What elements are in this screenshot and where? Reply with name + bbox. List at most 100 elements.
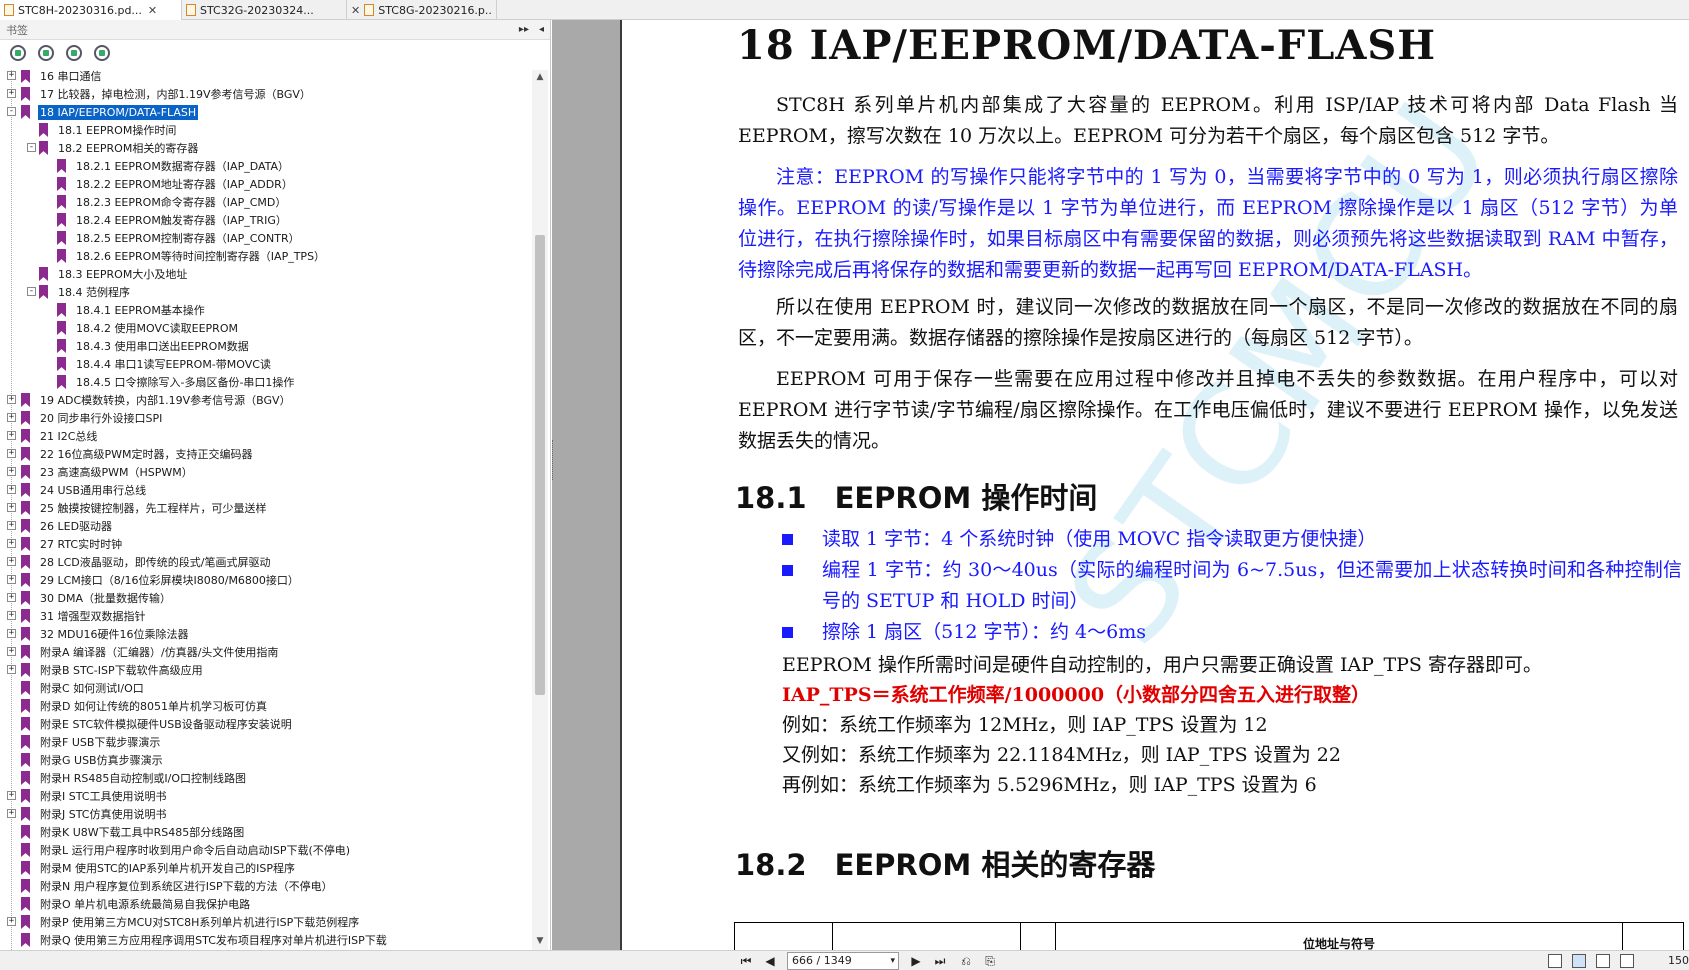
expand-icon[interactable]: +: [7, 521, 16, 530]
bookmark-item[interactable]: 18.2.3 EEPROM命令寄存器（IAP_CMD）: [0, 193, 530, 211]
collapse-icon[interactable]: -: [27, 287, 36, 296]
last-page-icon[interactable]: ⏭: [932, 953, 948, 969]
collapse-panel-icon[interactable]: ▸▸: [519, 24, 529, 35]
bookmark-item[interactable]: +32 MDU16硬件16位乘除法器: [0, 625, 530, 643]
bookmark-item[interactable]: 18.4.1 EEPROM基本操作: [0, 301, 530, 319]
bookmark-item[interactable]: + 附录P 使用第三方MCU对STC8H系列单片机进行ISP下载范例程序: [0, 913, 530, 931]
bookmark-item[interactable]: 18.2.6 EEPROM等待时间控制寄存器（IAP_TPS）: [0, 247, 530, 265]
scroll-down-icon[interactable]: ▼: [534, 936, 546, 948]
single-page-view-icon[interactable]: [1548, 954, 1562, 968]
bookmark-item[interactable]: + 附录J STC仿真使用说明书: [0, 805, 530, 823]
bookmark-item[interactable]: 18.2.1 EEPROM数据寄存器（IAP_DATA）: [0, 157, 530, 175]
bookmark-item[interactable]: +28 LCD液晶驱动，即传统的段式/笔画式屏驱动: [0, 553, 530, 571]
expand-icon[interactable]: +: [7, 467, 16, 476]
expand-icon[interactable]: +: [7, 431, 16, 440]
zoom-level[interactable]: 150: [1668, 954, 1689, 967]
bookmark-item[interactable]: +22 16位高级PWM定时器，支持正交编码器: [0, 445, 530, 463]
bookmark-item[interactable]: 18.1 EEPROM操作时间: [0, 121, 530, 139]
bookmark-item[interactable]: 18.2.5 EEPROM控制寄存器（IAP_CONTR）: [0, 229, 530, 247]
goto-bookmark-icon[interactable]: [66, 45, 82, 61]
bookmark-item[interactable]: 18.4.3 使用串口送出EEPROM数据: [0, 337, 530, 355]
close-icon[interactable]: ✕: [351, 4, 360, 17]
facing-view-icon[interactable]: [1596, 954, 1610, 968]
tab-stc8h[interactable]: STC8H-20230316.pd... ✕: [0, 0, 182, 20]
expand-icon[interactable]: +: [7, 809, 16, 818]
expand-icon[interactable]: +: [7, 485, 16, 494]
expand-icon[interactable]: +: [7, 647, 16, 656]
bookmark-item[interactable]: +16 串口通信: [0, 70, 530, 85]
expand-icon[interactable]: +: [7, 665, 16, 674]
expand-icon[interactable]: +: [7, 449, 16, 458]
first-page-icon[interactable]: ⏮: [738, 953, 754, 969]
bookmark-item[interactable]: 附录D 如何让传统的8051单片机学习板可仿真: [0, 697, 530, 715]
tab-stc8g[interactable]: ✕ STC8G-20230216.p...: [347, 0, 497, 20]
bookmark-item[interactable]: 18.2.2 EEPROM地址寄存器（IAP_ADDR）: [0, 175, 530, 193]
bookmark-item[interactable]: +25 触摸按键控制器，先工程样片，可少量送样: [0, 499, 530, 517]
expand-icon[interactable]: +: [7, 917, 16, 926]
bookmark-item[interactable]: - 18 IAP/EEPROM/DATA-FLASH: [0, 103, 530, 121]
bookmark-item[interactable]: - 18.4 范例程序: [0, 283, 530, 301]
bookmark-item[interactable]: +27 RTC实时时钟: [0, 535, 530, 553]
expand-bookmark-icon[interactable]: [10, 45, 26, 61]
panel-splitter[interactable]: [552, 20, 620, 950]
bookmark-item[interactable]: 18.4.4 串口1读写EEPROM-带MOVC读: [0, 355, 530, 373]
bookmark-item[interactable]: 18.4.2 使用MOVC读取EEPROM: [0, 319, 530, 337]
bookmark-item[interactable]: 附录L 运行用户程序时收到用户命令后自动启动ISP下载(不停电): [0, 841, 530, 859]
expand-icon[interactable]: +: [7, 593, 16, 602]
bookmark-item[interactable]: 附录O 单片机电源系统最简易自我保护电路: [0, 895, 530, 913]
bookmark-item[interactable]: + 附录A 编译器（汇编器）/仿真器/头文件使用指南: [0, 643, 530, 661]
bookmark-item[interactable]: +24 USB通用串行总线: [0, 481, 530, 499]
find-bookmark-icon[interactable]: [94, 45, 110, 61]
splitter-grip[interactable]: [552, 440, 556, 480]
bookmark-item[interactable]: 18.2.4 EEPROM触发寄存器（IAP_TRIG）: [0, 211, 530, 229]
collapse-bookmark-icon[interactable]: [38, 45, 54, 61]
collapse-icon[interactable]: -: [27, 143, 36, 152]
close-icon[interactable]: ✕: [148, 4, 157, 17]
bookmark-item[interactable]: 18.3 EEPROM大小及地址: [0, 265, 530, 283]
bookmark-item[interactable]: 附录H RS485自动控制或I/O口控制线路图: [0, 769, 530, 787]
tab-stc32g[interactable]: STC32G-20230324...: [182, 0, 347, 20]
collapse-icon[interactable]: -: [7, 107, 16, 116]
bookmark-item[interactable]: +29 LCM接口（8/16位彩屏模块I8080/M6800接口）: [0, 571, 530, 589]
scroll-up-icon[interactable]: ▲: [534, 72, 546, 84]
continuous-view-icon[interactable]: [1572, 954, 1586, 968]
bookmark-item[interactable]: 附录E STC软件模拟硬件USB设备驱动程序安装说明: [0, 715, 530, 733]
expand-icon[interactable]: +: [7, 71, 16, 80]
bookmark-item[interactable]: +20 同步串行外设接口SPI: [0, 409, 530, 427]
expand-icon[interactable]: +: [7, 557, 16, 566]
bookmark-item[interactable]: 附录F USB下载步骤演示: [0, 733, 530, 751]
bookmark-item[interactable]: 附录N 用户程序复位到系统区进行ISP下载的方法（不停电）: [0, 877, 530, 895]
forward-icon[interactable]: ⎘: [982, 953, 998, 969]
expand-icon[interactable]: +: [7, 791, 16, 800]
bookmark-item[interactable]: +23 高速高级PWM（HSPWM）: [0, 463, 530, 481]
bookmark-item[interactable]: +30 DMA（批量数据传输）: [0, 589, 530, 607]
bookmark-item[interactable]: 附录K U8W下载工具中RS485部分线路图: [0, 823, 530, 841]
expand-icon[interactable]: +: [7, 539, 16, 548]
prev-page-icon[interactable]: ◀: [762, 953, 778, 969]
bookmark-item[interactable]: +26 LED驱动器: [0, 517, 530, 535]
bookmark-item[interactable]: +17 比较器，掉电检测，内部1.19V参考信号源（BGV）: [0, 85, 530, 103]
bookmark-item[interactable]: 附录C 如何测试I/O口: [0, 679, 530, 697]
expand-icon[interactable]: +: [7, 629, 16, 638]
expand-icon[interactable]: +: [7, 395, 16, 404]
bookmark-item[interactable]: + 附录I STC工具使用说明书: [0, 787, 530, 805]
expand-icon[interactable]: +: [7, 575, 16, 584]
close-panel-icon[interactable]: ◂: [539, 24, 544, 35]
expand-icon[interactable]: +: [7, 611, 16, 620]
back-icon[interactable]: ⎌: [958, 953, 974, 969]
bookmark-item[interactable]: 附录M 使用STC的IAP系列单片机开发自己的ISP程序: [0, 859, 530, 877]
expand-icon[interactable]: +: [7, 503, 16, 512]
expand-icon[interactable]: +: [7, 89, 16, 98]
book-view-icon[interactable]: [1620, 954, 1634, 968]
bookmark-item[interactable]: +19 ADC模数转换，内部1.19V参考信号源（BGV）: [0, 391, 530, 409]
chevron-down-icon[interactable]: ▾: [890, 953, 895, 969]
bookmark-scrollbar[interactable]: ▲ ▼: [532, 70, 548, 950]
bookmark-item[interactable]: 附录Q 使用第三方应用程序调用STC发布项目程序对单片机进行ISP下载: [0, 931, 530, 949]
bookmark-item[interactable]: - 18.2 EEPROM相关的寄存器: [0, 139, 530, 157]
page-number-field[interactable]: 666 / 1349 ▾: [787, 952, 899, 970]
bookmark-item[interactable]: 18.4.5 口令擦除写入-多扇区备份-串口1操作: [0, 373, 530, 391]
scrollbar-thumb[interactable]: [535, 235, 545, 695]
bookmark-item[interactable]: +31 增强型双数据指针: [0, 607, 530, 625]
bookmark-item[interactable]: + 附录B STC-ISP下载软件高级应用: [0, 661, 530, 679]
bookmark-item[interactable]: +21 I2C总线: [0, 427, 530, 445]
